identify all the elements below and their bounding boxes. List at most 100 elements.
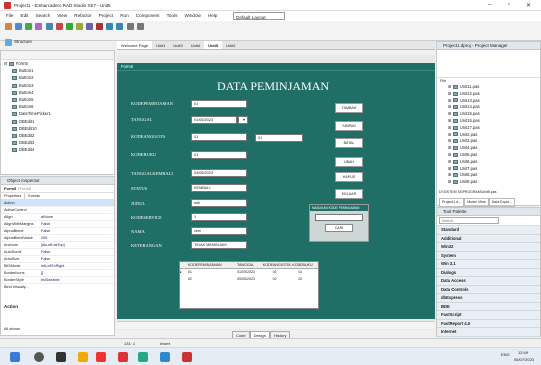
kode-anggota-name-input[interactable]: 01: [255, 134, 303, 142]
project-file-item[interactable]: ⊞ Unit4.pas: [440, 145, 540, 152]
menu-help[interactable]: Help: [208, 11, 217, 21]
open-project-icon[interactable]: [45, 23, 53, 30]
tree-item[interactable]: Button5: [4, 96, 114, 103]
property-row[interactable]: AlphaBlend False: [1, 228, 114, 235]
start-icon[interactable]: [10, 352, 20, 362]
tree-item[interactable]: DBEdit2: [4, 132, 114, 139]
property-value[interactable]: bdLeftToRight: [41, 263, 114, 269]
kode-anggota-input[interactable]: 01: [191, 133, 247, 141]
property-value[interactable]: False: [41, 221, 114, 227]
trace-into-icon[interactable]: [116, 23, 124, 30]
nama-input[interactable]: veni: [191, 227, 247, 235]
tab-events[interactable]: Events: [25, 193, 43, 199]
project-file-item[interactable]: ⊞ Unit2.pas: [440, 132, 540, 139]
project-file-item[interactable]: ⊞ Unit3.pas: [440, 138, 540, 145]
opera-icon[interactable]: [96, 352, 106, 362]
tanggal-picker[interactable]: 01/05/2023: [191, 116, 237, 124]
language-indicator[interactable]: ENG: [501, 352, 510, 357]
property-row[interactable]: BiDiMode bdLeftToRight: [1, 263, 114, 270]
menu-view[interactable]: View: [57, 11, 67, 21]
hapus-button[interactable]: HAPUS: [335, 172, 363, 182]
property-value[interactable]: False: [41, 249, 114, 255]
judul-input[interactable]: mtk: [191, 199, 247, 207]
project-file-item[interactable]: ⊞ Unit13.pas: [440, 98, 540, 105]
tree-item[interactable]: DBEdit3: [4, 139, 114, 146]
palette-category[interactable]: Dialogs: [437, 268, 540, 277]
property-value[interactable]: alNone: [41, 214, 114, 220]
col-header[interactable]: KODEPEMINJAMAN: [188, 262, 237, 268]
palette-category[interactable]: Additional: [437, 234, 540, 243]
tree-item[interactable]: Button4: [4, 89, 114, 96]
tab-unit3[interactable]: Unit3: [169, 41, 186, 49]
palette-category[interactable]: BDE: [437, 302, 540, 311]
delphi-icon[interactable]: [182, 352, 192, 362]
property-row[interactable]: BorderStyle bsSizeable: [1, 277, 114, 284]
tambah-button[interactable]: TAMBAH: [335, 103, 363, 113]
kode-buku-combo[interactable]: 01: [191, 151, 247, 159]
tab-unit1[interactable]: Unit1: [152, 41, 169, 49]
menu-tools[interactable]: Tools: [167, 11, 178, 21]
form5-window[interactable]: Form5 DATA PEMINJAMAN KODEPEMINJAMAN TAN…: [117, 63, 435, 319]
table-row[interactable]: ▸ 01 01/05/2023 01 01: [180, 269, 318, 276]
back-icon[interactable]: [126, 23, 134, 30]
palette-category[interactable]: System: [437, 251, 540, 260]
project-file-item[interactable]: ⊞ Unit17.pas: [440, 125, 540, 132]
clock-time[interactable]: 12:49: [518, 350, 528, 355]
property-row[interactable]: Action: [1, 200, 114, 207]
save-all-icon[interactable]: [35, 23, 43, 30]
col-header[interactable]: KODEANGGOTA: [263, 262, 293, 268]
property-value[interactable]: []: [41, 270, 114, 276]
project-file-item[interactable]: ⊞ Unit12.pas: [440, 91, 540, 98]
bind-visually-link[interactable]: Bind Visually...: [1, 284, 114, 291]
add-file-icon[interactable]: [55, 23, 63, 30]
property-row[interactable]: AlignWithMargins False: [1, 221, 114, 228]
tab-unit2[interactable]: Unit2: [222, 41, 239, 49]
simpan-button[interactable]: SIMPAN: [335, 121, 363, 131]
forward-icon[interactable]: [136, 23, 144, 30]
tree-item[interactable]: DBEdit10: [4, 125, 114, 132]
menu-run[interactable]: Run: [120, 11, 128, 21]
tanggal-kembali-input[interactable]: 04/05/2023: [191, 169, 247, 177]
minimize-icon[interactable]: –: [488, 2, 491, 8]
project-file-item[interactable]: ⊞ Unit14.pas: [440, 104, 540, 111]
project-file-item[interactable]: ⊞ Unit6.pas: [440, 159, 540, 166]
task-view-icon[interactable]: [56, 352, 66, 362]
search-input[interactable]: [315, 214, 363, 221]
project-file-item[interactable]: ⊞ Unit9.pas: [440, 179, 540, 186]
tab-data-explorer[interactable]: Data Explo...: [488, 198, 516, 207]
calendar-dropdown-icon[interactable]: ▾: [238, 116, 248, 124]
property-row[interactable]: AlphaBlendValue 255: [1, 235, 114, 242]
tab-model-view[interactable]: Model View: [464, 198, 489, 207]
tab-unit4[interactable]: Unit4: [187, 41, 204, 49]
menu-component[interactable]: Component: [136, 11, 160, 21]
run-without-debug-icon[interactable]: [75, 23, 83, 30]
app-icon[interactable]: [118, 352, 128, 362]
property-row[interactable]: Anchors [akLeft,akTop]: [1, 242, 114, 249]
new-icon[interactable]: [5, 23, 12, 30]
palette-category[interactable]: Win 3.1: [437, 260, 540, 269]
palette-category[interactable]: Data Access: [437, 277, 540, 286]
ubah-button[interactable]: UBAH: [335, 157, 363, 167]
property-value[interactable]: [41, 200, 114, 206]
horizontal-scrollbar[interactable]: [117, 321, 435, 329]
tree-root[interactable]: ⊟ Form5: [4, 60, 114, 67]
palette-category[interactable]: Internet: [437, 328, 540, 337]
close-icon[interactable]: ✕: [526, 2, 531, 9]
property-value[interactable]: 255: [41, 235, 114, 241]
layout-combo[interactable]: Default Layout: [233, 12, 285, 20]
table-row[interactable]: 02 05/05/2023 02 02: [180, 276, 318, 283]
cari-button[interactable]: CARI: [325, 224, 353, 232]
col-header[interactable]: TANGGAL: [237, 262, 263, 268]
tree-item[interactable]: Button1: [4, 67, 114, 74]
palette-category[interactable]: FastReport 4.0: [437, 319, 540, 328]
property-row[interactable]: AutoSize False: [1, 256, 114, 263]
edge-icon[interactable]: [138, 352, 148, 362]
palette-category[interactable]: dbExpress: [437, 294, 540, 303]
col-header[interactable]: KODEBUKU: [292, 262, 318, 268]
tab-project[interactable]: Project1.d...: [439, 198, 465, 207]
property-row[interactable]: ActiveControl: [1, 207, 114, 214]
kode-pinjam-input[interactable]: 01: [191, 100, 247, 108]
stop-icon[interactable]: [96, 23, 104, 30]
tree-item[interactable]: DBEdit4: [4, 146, 114, 153]
maximize-icon[interactable]: ▫: [508, 2, 510, 8]
